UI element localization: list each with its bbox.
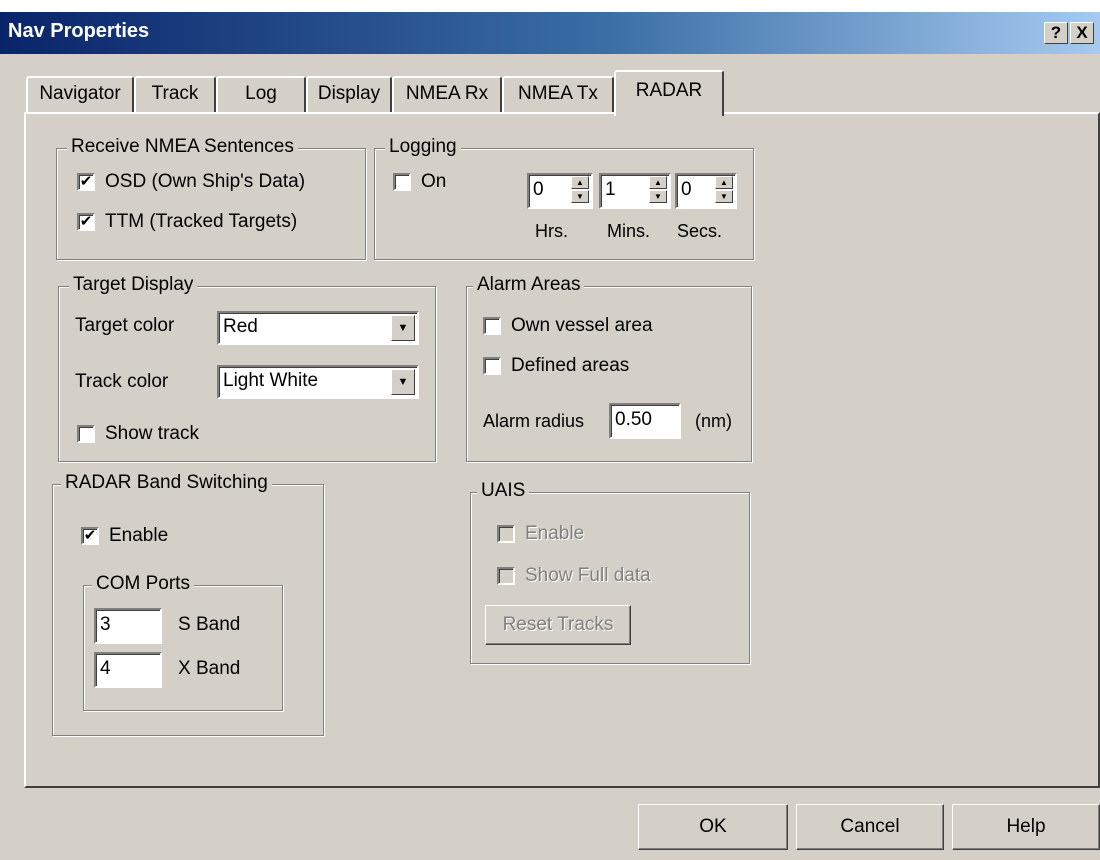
tab-log[interactable]: Log <box>216 76 306 112</box>
com-ports-title: COM Ports <box>92 573 194 595</box>
uais-full-data-label: Show Full data <box>525 565 651 586</box>
ttm-checkbox-row[interactable]: ✔ TTM (Tracked Targets) <box>77 211 297 233</box>
uais-enable-label: Enable <box>525 523 585 544</box>
title-bar[interactable]: Nav Properties ? X <box>0 12 1100 54</box>
window-title: Nav Properties <box>8 20 150 42</box>
osd-checkbox-row[interactable]: ✔ OSD (Own Ship's Data) <box>77 171 305 193</box>
target-color-select[interactable]: Red <box>217 311 419 345</box>
logging-group: Logging On 0 ▲ ▼ 1 ▲ ▼ 0 ▲ ▼ Hrs. Mins. … <box>374 136 754 260</box>
band-enable-checkbox[interactable]: ✔ <box>81 527 99 545</box>
uais-enable-checkbox <box>497 525 515 543</box>
hrs-up-arrow-icon[interactable]: ▲ <box>571 176 589 189</box>
tab-navigator[interactable]: Navigator <box>26 76 134 112</box>
show-track-checkbox[interactable] <box>77 425 95 443</box>
help-title-button[interactable]: ? <box>1044 22 1068 44</box>
x-band-port-input[interactable]: 4 <box>94 652 162 688</box>
target-color-label: Target color <box>75 315 175 336</box>
target-display-title: Target Display <box>69 274 198 296</box>
com-ports-group: COM Ports 3 S Band 4 X Band <box>83 573 283 711</box>
hrs-down-arrow-icon[interactable]: ▼ <box>571 190 589 203</box>
ok-button[interactable]: OK <box>638 804 788 850</box>
band-enable-row[interactable]: ✔ Enable <box>81 525 168 547</box>
uais-full-data-row: Show Full data <box>497 565 651 587</box>
tab-display[interactable]: Display <box>306 76 392 112</box>
uais-title: UAIS <box>477 480 530 502</box>
target-color-chevron-down-icon[interactable]: ▼ <box>391 315 415 341</box>
reset-tracks-button: Reset Tracks <box>485 605 631 645</box>
alarm-radius-unit: (nm) <box>695 411 732 431</box>
x-band-label: X Band <box>178 658 241 679</box>
receive-nmea-group: Receive NMEA Sentences ✔ OSD (Own Ship's… <box>56 136 366 260</box>
track-color-select[interactable]: Light White <box>217 365 419 399</box>
uais-group: UAIS Enable Show Full data Reset Tracks <box>470 480 750 664</box>
mins-up-arrow-icon[interactable]: ▲ <box>649 176 667 189</box>
radar-tab-panel: Receive NMEA Sentences ✔ OSD (Own Ship's… <box>24 112 1100 788</box>
band-enable-label: Enable <box>109 525 169 546</box>
cancel-button[interactable]: Cancel <box>796 804 944 850</box>
band-switching-group: RADAR Band Switching ✔ Enable COM Ports … <box>52 472 324 736</box>
close-button[interactable]: X <box>1070 22 1094 44</box>
alarm-areas-group: Alarm Areas Own vessel area Defined area… <box>466 274 752 462</box>
own-vessel-label: Own vessel area <box>511 315 653 336</box>
uais-enable-row: Enable <box>497 523 584 545</box>
osd-checkbox[interactable]: ✔ <box>77 173 95 191</box>
receive-nmea-title: Receive NMEA Sentences <box>67 136 298 158</box>
logging-on-row[interactable]: On <box>393 171 446 193</box>
track-color-chevron-down-icon[interactable]: ▼ <box>391 369 415 395</box>
own-vessel-checkbox[interactable] <box>483 317 501 335</box>
tab-nmea-tx[interactable]: NMEA Tx <box>502 76 614 112</box>
defined-areas-checkbox[interactable] <box>483 357 501 375</box>
defined-areas-row[interactable]: Defined areas <box>483 355 629 377</box>
defined-areas-label: Defined areas <box>511 355 630 376</box>
track-color-label: Track color <box>75 371 169 392</box>
secs-label: Secs. <box>677 221 723 241</box>
s-band-label: S Band <box>178 614 241 635</box>
alarm-radius-input[interactable]: 0.50 <box>609 403 681 439</box>
ttm-checkbox[interactable]: ✔ <box>77 213 95 231</box>
show-track-label: Show track <box>105 423 199 444</box>
uais-full-data-checkbox <box>497 567 515 585</box>
alarm-areas-title: Alarm Areas <box>473 274 585 296</box>
secs-down-arrow-icon[interactable]: ▼ <box>715 190 733 203</box>
tab-nmea-rx[interactable]: NMEA Rx <box>392 76 502 112</box>
mins-label: Mins. <box>607 221 651 241</box>
osd-label: OSD (Own Ship's Data) <box>105 171 306 192</box>
tab-track[interactable]: Track <box>134 76 216 112</box>
help-button[interactable]: Help <box>952 804 1100 850</box>
logging-title: Logging <box>385 136 461 158</box>
ttm-label: TTM (Tracked Targets) <box>105 211 298 232</box>
hrs-label: Hrs. <box>535 221 568 241</box>
alarm-radius-label: Alarm radius <box>483 411 585 431</box>
band-switching-title: RADAR Band Switching <box>61 472 272 494</box>
own-vessel-row[interactable]: Own vessel area <box>483 315 653 337</box>
secs-up-arrow-icon[interactable]: ▲ <box>715 176 733 189</box>
show-track-row[interactable]: Show track <box>77 423 199 445</box>
logging-on-checkbox[interactable] <box>393 173 411 191</box>
mins-down-arrow-icon[interactable]: ▼ <box>649 190 667 203</box>
tab-radar[interactable]: RADAR <box>614 70 724 116</box>
target-display-group: Target Display Target color Red ▼ Track … <box>58 274 436 462</box>
s-band-port-input[interactable]: 3 <box>94 608 162 644</box>
logging-on-label: On <box>421 171 447 192</box>
